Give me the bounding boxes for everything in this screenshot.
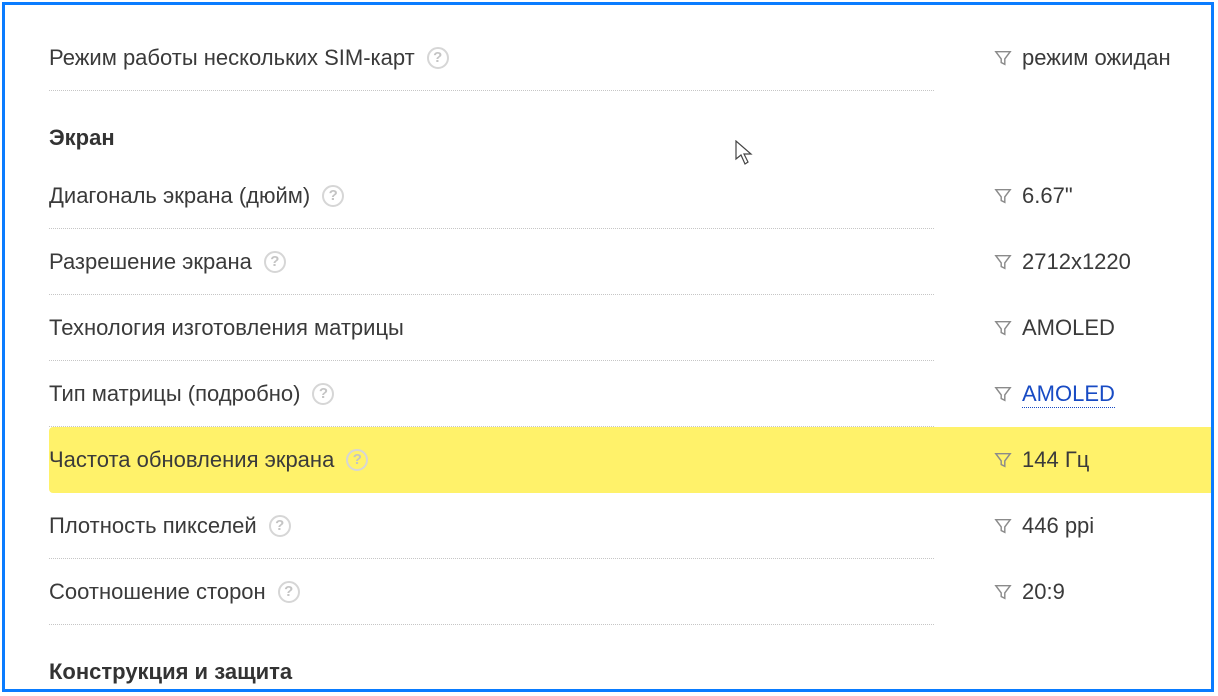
spec-label-text: Плотность пикселей (49, 513, 257, 539)
spec-label: Плотность пикселей? (49, 493, 934, 559)
help-icon[interactable]: ? (312, 383, 334, 405)
spec-value-cell: 2712x1220 (934, 249, 1214, 275)
spec-row-sim-mode: Режим работы нескольких SIM-карт ? режим… (49, 25, 1214, 91)
spec-value-cell: AMOLED (934, 315, 1214, 341)
spec-panel: Режим работы нескольких SIM-карт ? режим… (2, 2, 1214, 692)
spec-row: Плотность пикселей? 446 ppi (49, 493, 1214, 559)
spec-value-text: 6.67" (1022, 183, 1073, 209)
filter-icon[interactable] (994, 583, 1012, 601)
spec-label-text: Технология изготовления матрицы (49, 315, 404, 341)
spec-value-cell: 6.67" (934, 183, 1214, 209)
spec-label: Тип матрицы (подробно)? (49, 361, 934, 427)
spec-value-cell: 446 ppi (934, 513, 1214, 539)
filter-icon[interactable] (994, 517, 1012, 535)
spec-label: Разрешение экрана? (49, 229, 934, 295)
spec-content: Режим работы нескольких SIM-карт ? режим… (49, 25, 1214, 692)
help-icon[interactable]: ? (427, 47, 449, 69)
spec-label-text: Режим работы нескольких SIM-карт (49, 45, 415, 71)
spec-value-text: 2712x1220 (1022, 249, 1131, 275)
filter-icon[interactable] (994, 319, 1012, 337)
help-icon[interactable]: ? (269, 515, 291, 537)
spec-row: Технология изготовления матрицы AMOLED (49, 295, 1214, 361)
spec-value-text: режим ожидан (1022, 45, 1171, 71)
spec-label: Технология изготовления матрицы (49, 295, 934, 361)
spec-row: Диагональ экрана (дюйм)? 6.67" (49, 163, 1214, 229)
filter-icon[interactable] (994, 451, 1012, 469)
filter-icon[interactable] (994, 385, 1012, 403)
help-icon[interactable]: ? (346, 449, 368, 471)
spec-value-text: 20:9 (1022, 579, 1065, 605)
spec-row: Разрешение экрана? 2712x1220 (49, 229, 1214, 295)
section-title-screen: Экран (49, 91, 1214, 163)
spec-label: Частота обновления экрана? (49, 427, 934, 493)
filter-icon[interactable] (994, 49, 1012, 67)
help-icon[interactable]: ? (264, 251, 286, 273)
spec-row: Тип матрицы (подробно)? AMOLED (49, 361, 1214, 427)
spec-label: Соотношение сторон? (49, 559, 934, 625)
screen-spec-list: Диагональ экрана (дюйм)? 6.67" Разрешение … (49, 163, 1214, 625)
spec-row: Частота обновления экрана? 144 Гц (49, 427, 1214, 493)
spec-value-text[interactable]: AMOLED (1022, 381, 1115, 408)
spec-label: Режим работы нескольких SIM-карт ? (49, 25, 934, 91)
spec-value-text: AMOLED (1022, 315, 1115, 341)
filter-icon[interactable] (994, 253, 1012, 271)
spec-value-cell: 144 Гц (934, 447, 1214, 473)
spec-value-cell: режим ожидан (934, 45, 1214, 71)
spec-label: Диагональ экрана (дюйм)? (49, 163, 934, 229)
spec-label-text: Диагональ экрана (дюйм) (49, 183, 310, 209)
spec-value-text: 446 ppi (1022, 513, 1094, 539)
help-icon[interactable]: ? (322, 185, 344, 207)
section-title-construction: Конструкция и защита (49, 625, 1214, 692)
spec-value-cell: AMOLED (934, 381, 1214, 408)
spec-label-text: Соотношение сторон (49, 579, 266, 605)
spec-value-text: 144 Гц (1022, 447, 1089, 473)
spec-row: Соотношение сторон? 20:9 (49, 559, 1214, 625)
filter-icon[interactable] (994, 187, 1012, 205)
spec-label-text: Тип матрицы (подробно) (49, 381, 300, 407)
spec-value-cell: 20:9 (934, 579, 1214, 605)
help-icon[interactable]: ? (278, 581, 300, 603)
spec-label-text: Разрешение экрана (49, 249, 252, 275)
spec-label-text: Частота обновления экрана (49, 447, 334, 473)
